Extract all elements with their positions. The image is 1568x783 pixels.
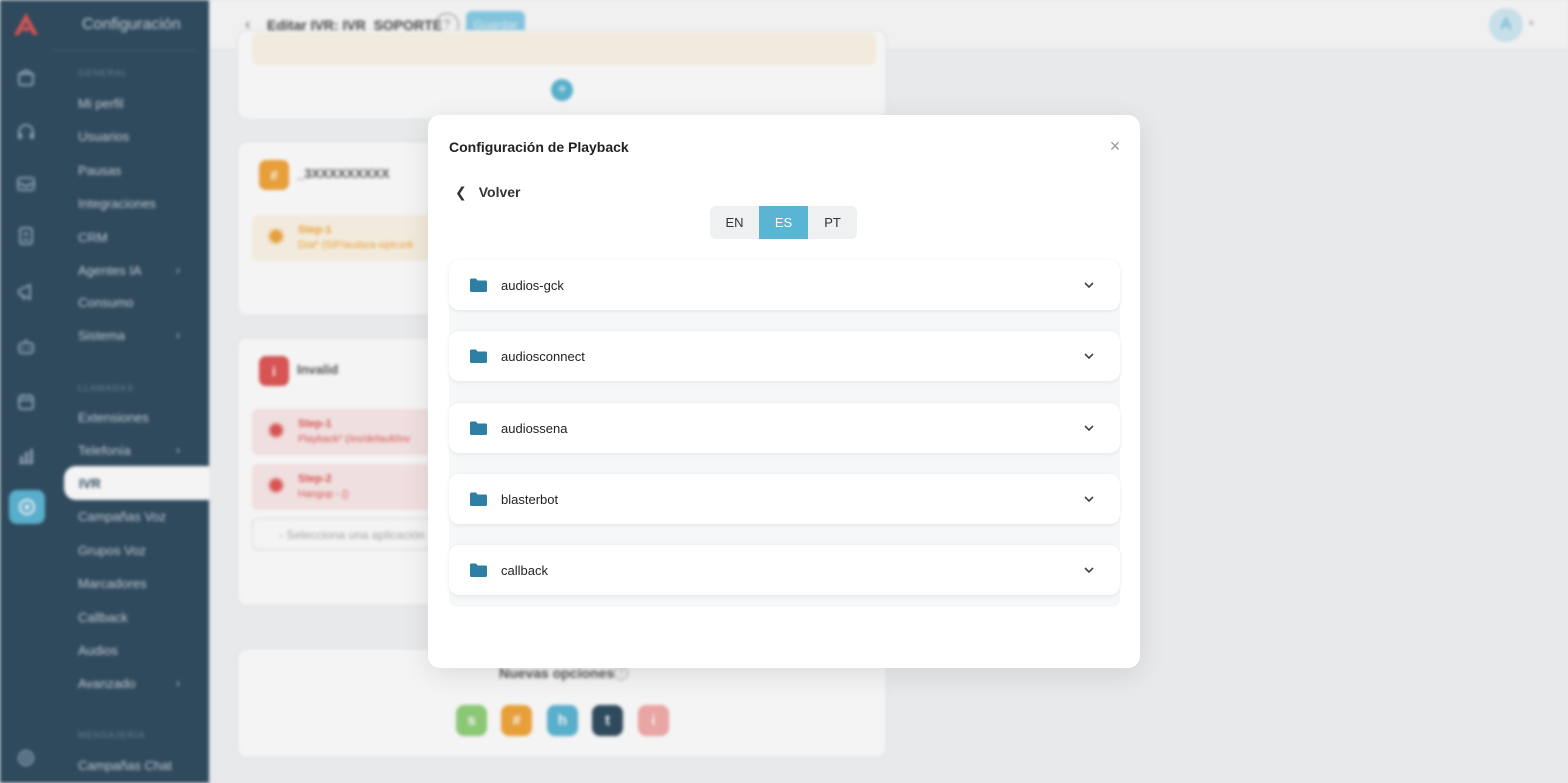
close-icon[interactable]: × [1104,135,1126,157]
playback-config-modal: Configuración de Playback × ❮ Volver EN … [428,115,1140,668]
folder-item[interactable]: callback [449,545,1120,595]
chevron-down-icon [1084,567,1094,574]
folder-item[interactable]: audios-gck [449,260,1120,310]
folder-name: blasterbot [501,491,559,507]
back-button-label: Volver [478,184,521,200]
folder-name: audios-gck [501,277,564,293]
folder-item[interactable]: audiosconnect [449,331,1120,381]
folder-list: audios-gck audiosconnect audiossena blas… [449,260,1120,607]
folder-icon [470,349,487,363]
language-tab-es[interactable]: ES [759,206,808,239]
folder-item[interactable]: audiossena [449,403,1120,453]
language-tab-en[interactable]: EN [710,206,759,239]
chevron-down-icon [1084,496,1094,503]
back-button[interactable]: ❮ Volver [455,182,521,202]
language-selector: EN ES PT [710,206,857,239]
folder-icon [470,421,487,435]
folder-name: audiossena [501,420,568,436]
modal-title: Configuración de Playback [449,139,629,155]
language-tab-pt[interactable]: PT [808,206,857,239]
folder-item[interactable]: blasterbot [449,474,1120,524]
chevron-down-icon [1084,425,1094,432]
folder-icon [470,278,487,292]
chevron-down-icon [1084,282,1094,289]
folder-icon [470,563,487,577]
folder-name: audiosconnect [501,348,585,364]
chevron-down-icon [1084,353,1094,360]
folder-icon [470,492,487,506]
chevron-left-icon: ❮ [455,183,467,200]
folder-name: callback [501,562,548,578]
